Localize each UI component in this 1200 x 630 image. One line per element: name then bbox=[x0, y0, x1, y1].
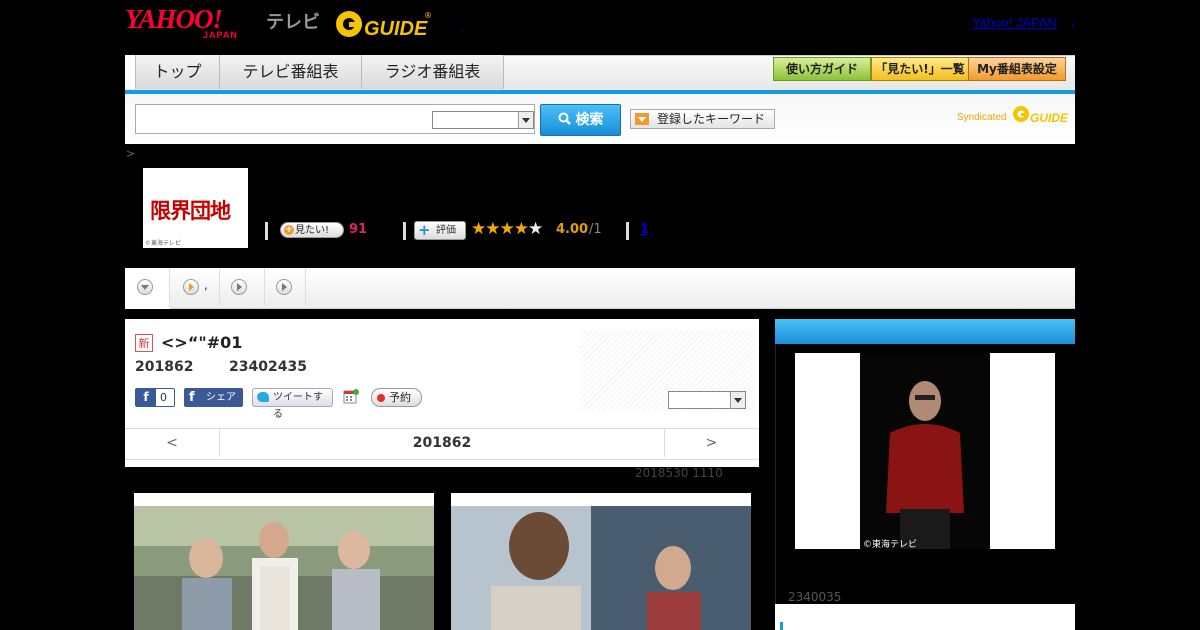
mitai-button[interactable]: + 見たい! bbox=[280, 222, 344, 238]
yahoo-japan-link[interactable]: Yahoo! JAPAN bbox=[972, 15, 1057, 30]
new-badge: 新 bbox=[135, 334, 153, 352]
star-icon-empty: ★ bbox=[527, 219, 543, 239]
facebook-like-button[interactable]: f 0 bbox=[135, 388, 175, 407]
header-mark: , bbox=[461, 24, 465, 35]
my-listings-settings-button[interactable]: My番組表設定 bbox=[968, 57, 1066, 81]
svg-text:®: ® bbox=[424, 11, 432, 20]
play-icon bbox=[231, 279, 247, 295]
usage-guide-button[interactable]: 使い方ガイド bbox=[773, 57, 871, 81]
program-thumbnail-title: 限界団地 bbox=[150, 198, 231, 223]
reserve-label: 予約 bbox=[389, 391, 411, 404]
filter-tab-other[interactable] bbox=[265, 268, 306, 306]
gguide-logo-text: GUIDE bbox=[364, 18, 428, 40]
episode-action-select[interactable] bbox=[668, 391, 746, 409]
syndicated-gguide-logo: GUIDE bbox=[1013, 106, 1068, 125]
cast-id: 2340035 bbox=[788, 590, 842, 604]
divider bbox=[403, 222, 406, 240]
record-dot-icon bbox=[377, 394, 385, 402]
star-icons-filled: ★★★★ bbox=[471, 219, 529, 239]
header-link-separator: , bbox=[1071, 15, 1076, 30]
rate-button[interactable]: + 評価 bbox=[414, 221, 466, 240]
star-rating: ★★★★★ bbox=[471, 219, 543, 239]
facebook-icon: f bbox=[136, 389, 156, 406]
plus-icon: + bbox=[418, 221, 431, 239]
tweet-button[interactable]: ツイートする bbox=[252, 388, 333, 420]
share-label: シェア bbox=[206, 392, 236, 403]
side-panel-footer bbox=[775, 604, 1075, 630]
play-icon bbox=[276, 279, 292, 295]
mitai-button-label: 見たい! bbox=[295, 225, 330, 236]
nav-tab-radio-listings[interactable]: ラジオ番組表 bbox=[362, 55, 504, 89]
syndicated-logo-text: GUIDE bbox=[1030, 111, 1068, 125]
calendar-add-icon[interactable] bbox=[343, 388, 359, 404]
facebook-share-button[interactable]: f シェア bbox=[184, 388, 243, 407]
episode-title: <>“"#01 bbox=[161, 333, 243, 352]
twitter-bird-icon bbox=[257, 392, 269, 402]
registered-keywords-label: 登録したキーワード bbox=[657, 112, 766, 126]
registered-keywords-button[interactable]: 登録したキーワード bbox=[630, 109, 775, 129]
breadcrumb: > bbox=[126, 147, 136, 160]
facebook-icon: f bbox=[189, 390, 195, 405]
plus-icon: + bbox=[284, 225, 294, 235]
pager-next[interactable]: > bbox=[664, 429, 759, 457]
scene-photo-1[interactable] bbox=[134, 493, 434, 630]
filter-tab-upcoming[interactable]: , bbox=[170, 268, 220, 306]
pager-prev[interactable]: < bbox=[125, 429, 219, 457]
tv-label: テレビ bbox=[266, 12, 320, 33]
side-panel-footer-accent bbox=[780, 622, 783, 630]
nav-spacer bbox=[125, 55, 136, 89]
scene-photo-1-image bbox=[134, 506, 434, 630]
yahoo-japan-logo[interactable]: YAHOO! bbox=[125, 6, 223, 33]
rating-count: /1 bbox=[589, 222, 602, 237]
divider bbox=[265, 222, 268, 240]
search-category-select[interactable] bbox=[432, 111, 534, 129]
cast-photo-figure bbox=[886, 381, 964, 549]
syndicated-label: Syndicated bbox=[957, 112, 1007, 123]
mitai-count: 91 bbox=[349, 222, 368, 237]
review-count-link[interactable]: 1 bbox=[640, 222, 649, 237]
search-button-label: 検索 bbox=[575, 112, 604, 128]
filter-tab-label: , bbox=[204, 278, 208, 292]
side-panel-header bbox=[775, 319, 1075, 344]
filter-tab-all[interactable] bbox=[125, 268, 170, 309]
chevron-down-icon bbox=[518, 112, 533, 128]
rate-button-label: 評価 bbox=[436, 225, 456, 236]
chevron-down-icon bbox=[730, 392, 745, 408]
search-button[interactable]: 検索 bbox=[540, 104, 621, 136]
program-thumbnail-copyright: ©東海テレビ bbox=[145, 240, 182, 247]
dropdown-arrow-icon bbox=[635, 113, 649, 125]
search-icon bbox=[558, 112, 571, 125]
scene-photo-2[interactable] bbox=[451, 493, 751, 630]
episode-code: 23402435 bbox=[229, 359, 307, 375]
nav-tab-top[interactable]: トップ bbox=[136, 55, 220, 89]
divider bbox=[626, 222, 629, 240]
cast-photo-copyright: ©東海テレビ bbox=[863, 540, 918, 550]
scene-photo-2-image bbox=[451, 506, 751, 630]
episode-date: 201862 bbox=[135, 359, 194, 375]
chevron-down-icon bbox=[137, 279, 153, 295]
rating-value: 4.00 bbox=[556, 222, 589, 237]
update-note: 2018530 1110 bbox=[635, 466, 723, 480]
reserve-button[interactable]: 予約 bbox=[371, 388, 422, 407]
mitai-list-button[interactable]: 「見たい!」一覧 bbox=[871, 57, 969, 81]
like-count: 0 bbox=[160, 391, 167, 404]
gguide-logo[interactable]: GUIDE ® bbox=[334, 6, 432, 40]
pager-current: 201862 bbox=[219, 429, 665, 457]
yahoo-japan-logo-sub: JAPAN bbox=[203, 30, 238, 40]
filter-tab-aired[interactable] bbox=[220, 268, 265, 306]
play-icon bbox=[183, 279, 199, 295]
nav-tab-tv-listings[interactable]: テレビ番組表 bbox=[220, 55, 362, 89]
